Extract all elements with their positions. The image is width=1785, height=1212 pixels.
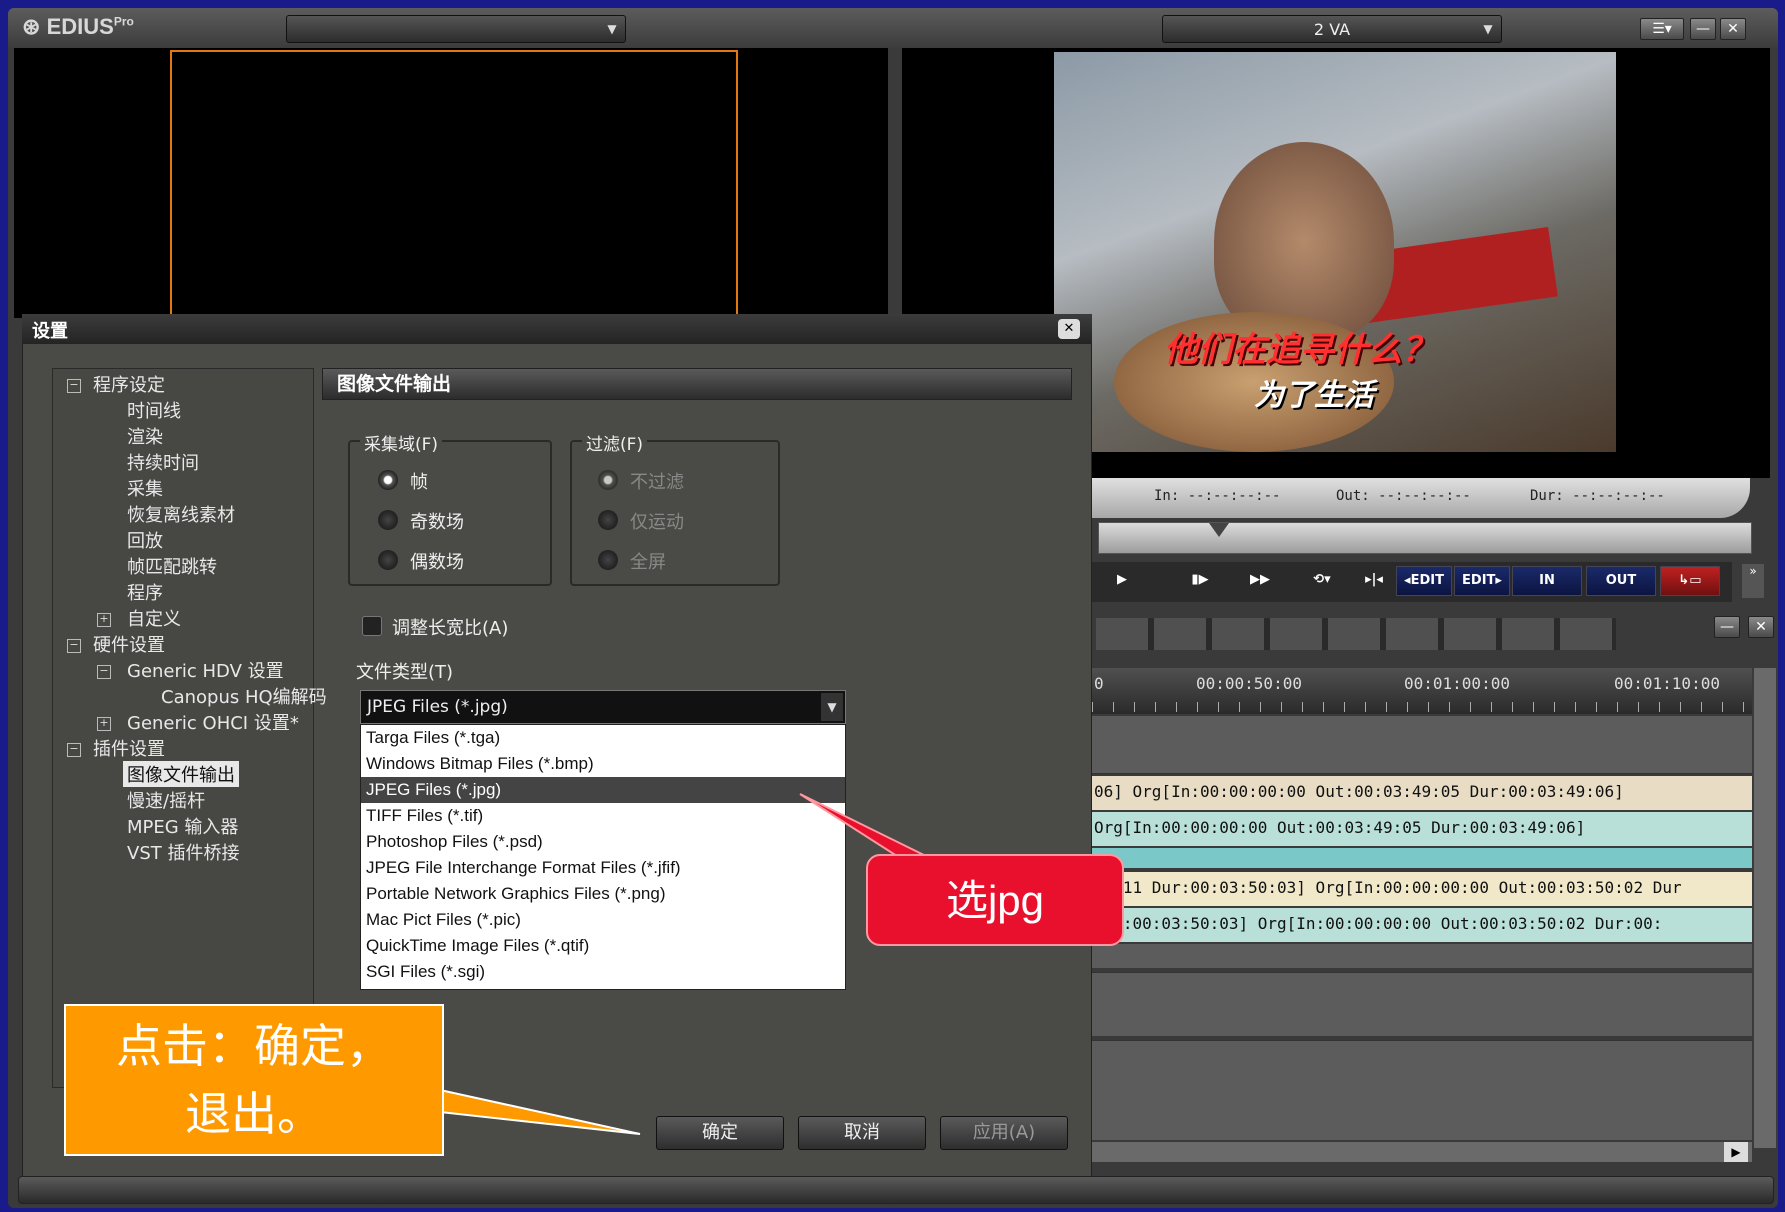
status-bar xyxy=(18,1176,1774,1204)
red-callout-pointer xyxy=(799,793,931,859)
callout-line-1: 点击：确定， xyxy=(116,1019,392,1073)
select-jpg-callout: 选jpg xyxy=(866,854,1124,946)
click-ok-callout: 点击：确定， 退出。 xyxy=(64,1004,444,1156)
callout-line-2: 退出。 xyxy=(185,1087,323,1141)
orange-callout-pointer xyxy=(439,1088,641,1135)
